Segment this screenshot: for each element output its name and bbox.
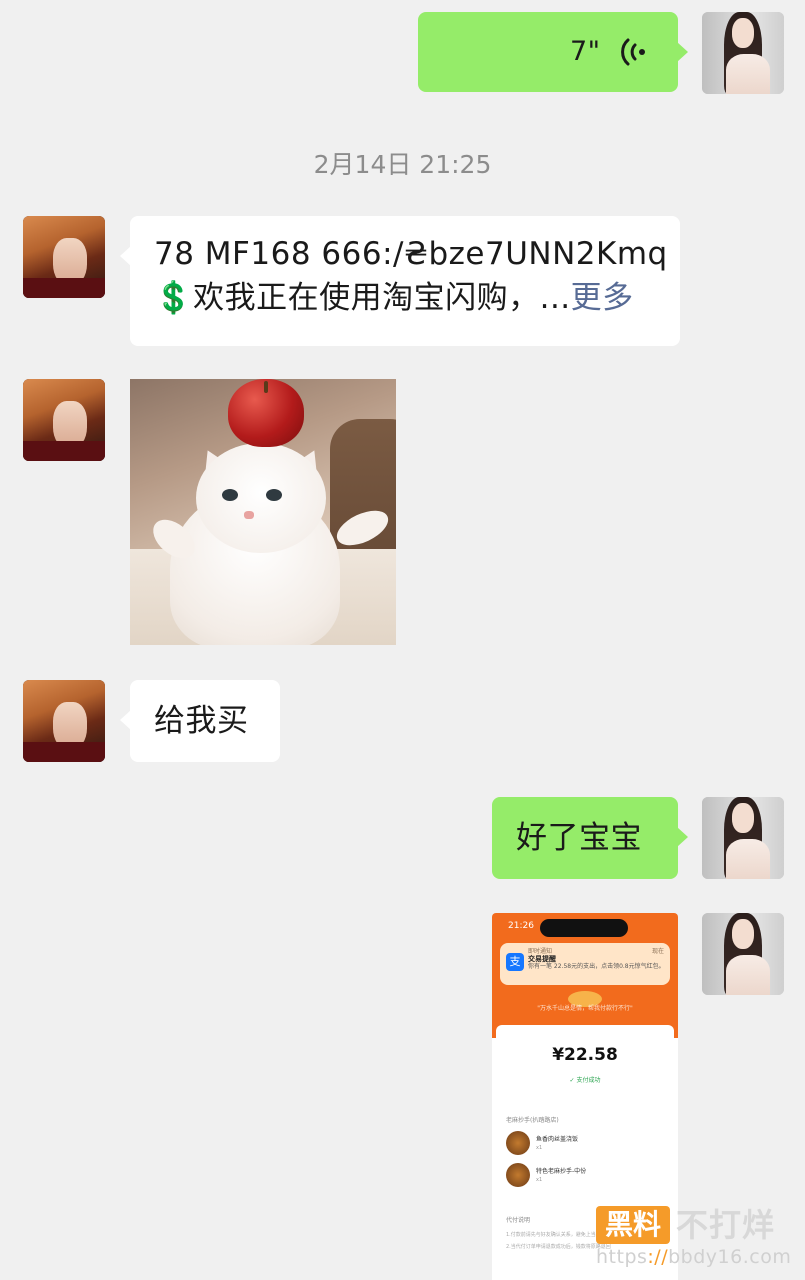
food-image: [506, 1163, 530, 1187]
notif-time: 现在: [651, 948, 664, 955]
shared-link-bubble[interactable]: 78 MF168 666:/₴bze7UNN2Kmq 💲欢我正在使用淘宝闪购，.…: [120, 216, 680, 346]
text-message-bubble[interactable]: 给我买: [120, 680, 280, 762]
item-qty: x1: [536, 1145, 543, 1151]
watermark: 黑料 不打烊 https://bbdy16.com: [596, 1206, 796, 1272]
kitten-sticker-image[interactable]: [130, 379, 396, 645]
food-image: [506, 1131, 530, 1155]
order-item: 特色老麻抄手-中份 x1: [506, 1163, 666, 1189]
order-item: 鱼香肉丝盖浇饭 x1: [506, 1131, 666, 1157]
my-avatar[interactable]: [702, 913, 784, 995]
payment-notification: 支 即时通知 现在 交易提醒 你有一笔 22.58元的支出，点击领0.8元惊气红…: [500, 943, 670, 985]
notif-body: 你有一笔 22.58元的支出，点击领0.8元惊气红包。: [528, 963, 665, 970]
friend-avatar[interactable]: [23, 379, 105, 461]
slogan: "万水千山总是情，帮我付款行不行": [537, 1005, 633, 1012]
paid-status: ✓ 支付成功: [569, 1077, 601, 1084]
voice-wave-icon: [618, 36, 650, 72]
alipay-icon: 支: [506, 953, 524, 971]
shared-link-preview: 💲欢我正在使用淘宝闪购，...: [154, 280, 571, 316]
text-message-bubble[interactable]: 好了宝宝: [492, 797, 688, 879]
watermark-url: https://bbdy16.com: [596, 1246, 792, 1268]
voice-message-bubble[interactable]: 7": [418, 12, 688, 92]
paid-amount: ¥22.58: [552, 1045, 618, 1065]
restaurant-name: 老麻抄手(扒踏路店): [506, 1117, 559, 1124]
chat-timestamp: 2月14日 21:25: [313, 150, 492, 179]
shared-link-line1: 78 MF168 666:/₴bze7UNN2Kmq: [154, 236, 668, 272]
friend-avatar[interactable]: [23, 216, 105, 298]
item-name: 鱼香肉丝盖浇饭: [536, 1136, 579, 1143]
watermark-badge: 黑料: [596, 1206, 670, 1244]
item-name: 特色老麻抄手-中份: [536, 1168, 587, 1175]
voice-duration: 7": [570, 36, 601, 67]
watermark-text: 不打烊: [676, 1206, 776, 1244]
dynamic-island: [540, 919, 628, 937]
my-avatar[interactable]: [702, 12, 784, 94]
more-link[interactable]: 更多: [571, 280, 634, 316]
message-text: 好了宝宝: [516, 820, 642, 856]
shared-link-line2: 💲欢我正在使用淘宝闪购，...更多: [154, 276, 680, 320]
notes-title: 代付说明: [506, 1217, 531, 1224]
status-time: 21:26: [508, 921, 534, 931]
my-avatar[interactable]: [702, 797, 784, 879]
friend-avatar[interactable]: [23, 680, 105, 762]
message-text: 给我买: [154, 703, 249, 739]
item-qty: x1: [536, 1177, 543, 1183]
